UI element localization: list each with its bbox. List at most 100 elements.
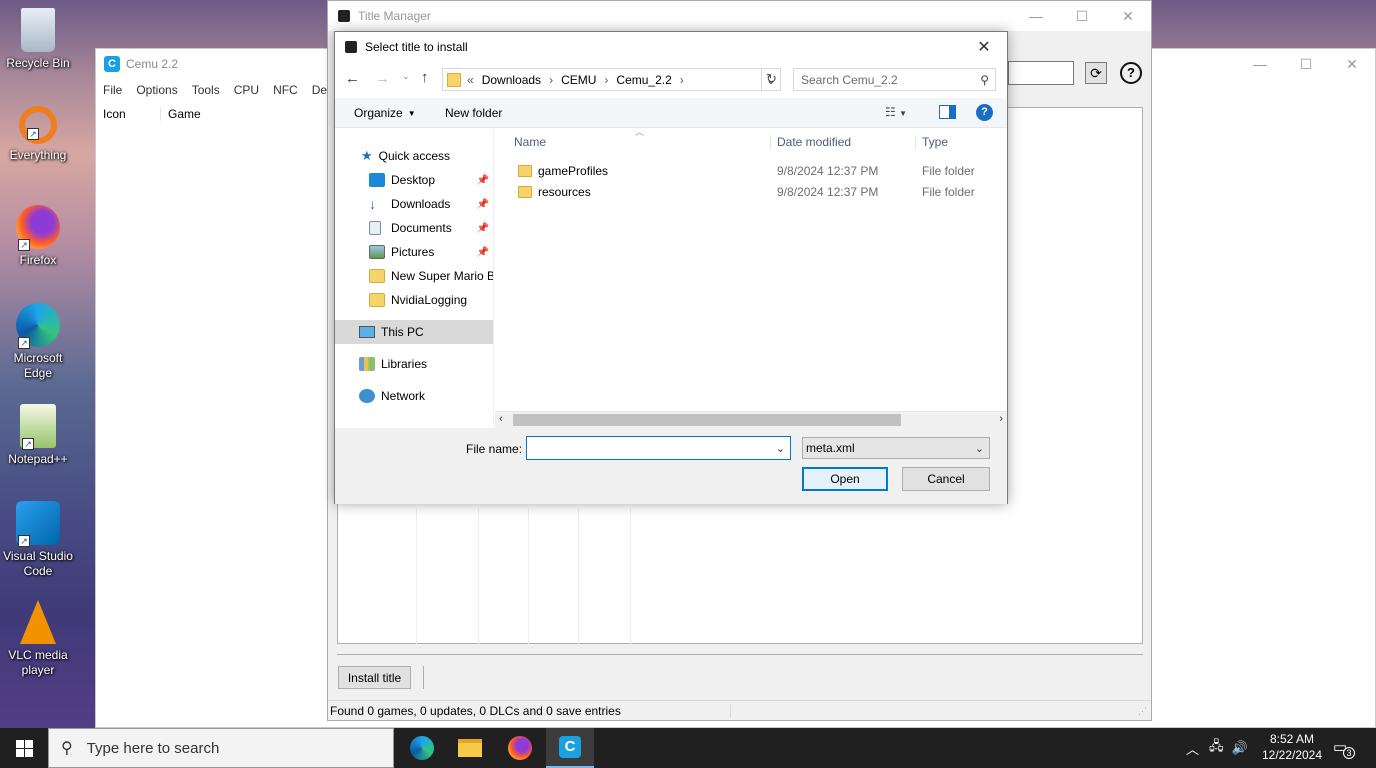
column-date-modified[interactable]: Date modified [771,135,916,149]
forward-button[interactable]: → [375,70,390,87]
close-button[interactable]: ✕ [1105,1,1151,31]
pictures-icon [369,245,385,259]
shortcut-arrow-icon: ↗ [18,239,30,251]
file-dialog-titlebar: Select title to install ✕ [335,32,1007,62]
open-button[interactable]: Open [802,467,888,491]
notification-center-button[interactable]: ▭ 3 [1333,738,1355,759]
back-button[interactable]: ← [345,70,360,87]
menu-nfc[interactable]: NFC [273,83,298,97]
refresh-button[interactable]: ⟳ [1085,62,1107,84]
menu-options[interactable]: Options [136,83,177,97]
desktop-icon-firefox[interactable]: ↗ Firefox [2,205,74,268]
change-view-button[interactable]: ☷ ▼ [885,105,907,119]
file-list-header: Name Date modified Type [495,129,1007,155]
nav-network[interactable]: Network [359,384,425,408]
maximize-button[interactable]: ☐ [1283,49,1329,79]
menu-tools[interactable]: Tools [192,83,220,97]
network-icon[interactable]: 🖧 [1209,737,1224,759]
new-folder-button[interactable]: New folder [445,106,502,120]
nav-quick-access[interactable]: ★ Quick access [361,144,450,168]
taskbar: ⚲ Type here to search C ︿ 🖧 🔊 8:52 AM 12… [0,728,1376,768]
start-button[interactable] [0,728,48,768]
desktop-icon-edge[interactable]: ↗ Microsoft Edge [2,303,74,381]
address-bar[interactable]: « Downloads › CEMU › Cemu_2.2 › ⌄ [442,68,781,91]
file-dialog-app-icon [345,41,357,53]
file-row-gameprofiles[interactable]: gameProfiles 9/8/2024 12:37 PM File fold… [495,160,1007,181]
minimize-button[interactable]: — [1013,1,1059,31]
organize-label: Organize [354,106,403,120]
scrollbar-thumb[interactable] [513,414,901,426]
scroll-right-icon[interactable]: › [999,413,1003,425]
file-row-resources[interactable]: resources 9/8/2024 12:37 PM File folder [495,181,1007,202]
search-input[interactable]: Search Cemu_2.2 [794,73,898,87]
taskbar-file-explorer[interactable] [446,728,494,768]
filter-input[interactable] [1008,61,1074,85]
install-title-button[interactable]: Install title [338,666,411,689]
nav-documents[interactable]: Documents 📌 [369,216,493,240]
chevron-down-icon: ⌄ [402,71,410,81]
close-button[interactable]: ✕ [961,32,1007,62]
path-overflow[interactable]: « [467,73,474,87]
file-type-value: meta.xml [806,441,855,455]
desktop-icon-vlc[interactable]: VLC media player [2,600,74,678]
column-type[interactable]: Type [916,135,948,149]
help-button[interactable]: ? [976,104,993,121]
taskbar-edge[interactable] [398,728,446,768]
refresh-button[interactable]: ↻ [761,68,781,91]
windows-logo-icon [15,739,33,757]
file-name-cell: resources [495,185,771,199]
desktop-icon-label: Recycle Bin [6,56,70,70]
breadcrumb-cemu-2-2[interactable]: Cemu_2.2 [616,73,671,87]
taskbar-firefox[interactable] [496,728,544,768]
nav-documents-label: Documents [391,221,452,235]
file-type: File folder [922,163,975,178]
column-icon[interactable]: Icon [96,106,161,121]
list-column-divider [578,508,579,645]
close-button[interactable]: ✕ [1329,49,1375,79]
desktop-icon-notepadpp[interactable]: ↗ Notepad++ [2,404,74,467]
organize-button[interactable]: Organize ▼ [354,106,416,120]
nav-desktop[interactable]: Desktop 📌 [369,168,493,192]
up-button[interactable]: ↑ [421,69,429,86]
folder-icon [518,164,532,177]
horizontal-scrollbar[interactable]: ‹ › [495,411,1007,428]
taskbar-cemu[interactable]: C [546,728,594,768]
cancel-button[interactable]: Cancel [902,467,990,491]
menu-file[interactable]: File [103,83,122,97]
breadcrumb-cemu[interactable]: CEMU [561,73,596,87]
help-button[interactable]: ? [1120,62,1142,84]
show-hidden-icons-icon[interactable]: ︿ [1186,739,1199,758]
nav-libraries[interactable]: Libraries [359,352,427,376]
minimize-button[interactable]: — [1237,49,1283,79]
clock[interactable]: 8:52 AM 12/22/2024 [1258,731,1326,763]
column-name[interactable]: Name [495,135,771,149]
scroll-left-icon[interactable]: ‹ [499,413,503,425]
nav-pictures[interactable]: Pictures 📌 [369,240,493,264]
chevron-down-icon[interactable]: ⌄ [776,442,785,455]
desktop-icon-everything[interactable]: ↗ Everything [2,106,74,163]
desktop-icon-recycle-bin[interactable]: Recycle Bin [2,8,74,71]
nav-new-super-mario[interactable]: New Super Mario Br [369,264,493,288]
maximize-button[interactable]: ☐ [1059,1,1105,31]
resize-grip-icon[interactable]: ⋰ [1138,706,1147,717]
volume-icon[interactable]: 🔊 [1232,740,1248,756]
nav-nvidialogging[interactable]: NvidiaLogging [369,288,493,312]
nav-this-pc[interactable]: This PC [335,320,493,344]
taskbar-search[interactable]: ⚲ Type here to search [48,728,394,768]
recent-locations-button[interactable]: ⌄ [402,71,410,82]
desktop-icon-label: VLC media player [8,648,68,677]
file-type-select[interactable]: meta.xml ⌄ [802,437,990,459]
title-manager-title: Title Manager [358,9,431,23]
shortcut-arrow-icon: ↗ [18,337,30,349]
search-box[interactable]: Search Cemu_2.2 ⚲ [793,68,996,91]
nav-downloads[interactable]: ↓ Downloads 📌 [369,192,493,216]
breadcrumb-downloads[interactable]: Downloads [482,73,541,87]
edge-icon [410,736,434,760]
menu-cpu[interactable]: CPU [234,83,259,97]
pin-icon: 📌 [476,198,489,210]
desktop-icon-vscode[interactable]: ↗ Visual Studio Code [2,501,74,579]
firefox-icon: ↗ [16,205,60,251]
preview-pane-button[interactable] [939,105,956,119]
column-game[interactable]: Game [161,107,201,121]
file-name-input[interactable]: ⌄ [526,436,791,460]
